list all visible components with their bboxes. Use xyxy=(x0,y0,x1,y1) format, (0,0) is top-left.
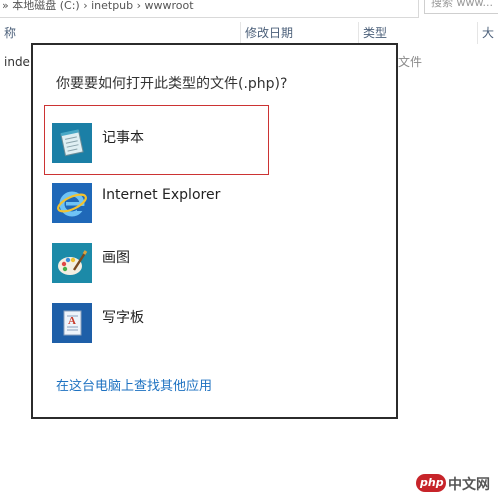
dialog-title: 你要要如何打开此类型的文件(.php)? xyxy=(56,76,288,92)
app-label-notepad: 记事本 xyxy=(102,130,144,146)
file-row-name[interactable]: inde xyxy=(4,54,32,70)
app-label-internet-explorer: Internet Explorer xyxy=(102,187,221,203)
app-option-notepad[interactable]: 记事本 xyxy=(44,105,352,175)
app-label-paint: 画图 xyxy=(102,250,130,266)
open-with-dialog: 你要要如何打开此类型的文件(.php)? 记事本 Internet Explor… xyxy=(31,43,398,419)
screen: » 本地磁盘 (C:) › inetpub › wwwroot 搜索 www..… xyxy=(0,0,498,492)
search-input[interactable]: 搜索 www... xyxy=(424,0,498,14)
column-header-size-label: 大 xyxy=(482,26,495,40)
app-option-internet-explorer[interactable]: Internet Explorer xyxy=(52,183,352,223)
column-header-name[interactable]: 称 xyxy=(0,22,240,44)
file-row-type: 文件 xyxy=(398,54,438,70)
column-header-type-label: 类型 xyxy=(363,26,388,40)
site-watermark: php 中文网 xyxy=(416,474,498,492)
column-header-date-label: 修改日期 xyxy=(245,26,294,40)
address-text: » 本地磁盘 (C:) › inetpub › wwwroot xyxy=(2,0,194,12)
paint-icon xyxy=(52,243,92,283)
find-other-apps-link[interactable]: 在这台电脑上查找其他应用 xyxy=(56,375,212,394)
app-option-paint[interactable]: 画图 xyxy=(52,243,352,283)
column-header-type[interactable]: 类型 xyxy=(359,22,477,44)
column-header-name-label: 称 xyxy=(4,26,17,40)
column-header-date[interactable]: 修改日期 xyxy=(241,22,358,44)
svg-text:A: A xyxy=(68,315,76,327)
column-header-size[interactable]: 大 xyxy=(478,22,498,44)
app-label-wordpad: 写字板 xyxy=(102,310,144,326)
file-name: inde xyxy=(4,55,30,69)
watermark-badge-text: php xyxy=(420,476,444,489)
watermark-text: 中文网 xyxy=(448,477,490,492)
address-divider xyxy=(418,0,419,18)
file-type: 文件 xyxy=(398,55,423,69)
notepad-icon xyxy=(52,123,92,163)
internet-explorer-icon xyxy=(52,183,92,223)
search-placeholder: 搜索 www... xyxy=(431,0,493,9)
app-option-wordpad[interactable]: A 写字板 xyxy=(52,303,352,343)
watermark-badge: php xyxy=(416,474,446,492)
wordpad-icon: A xyxy=(52,303,92,343)
address-bar[interactable]: » 本地磁盘 (C:) › inetpub › wwwroot xyxy=(0,0,418,18)
